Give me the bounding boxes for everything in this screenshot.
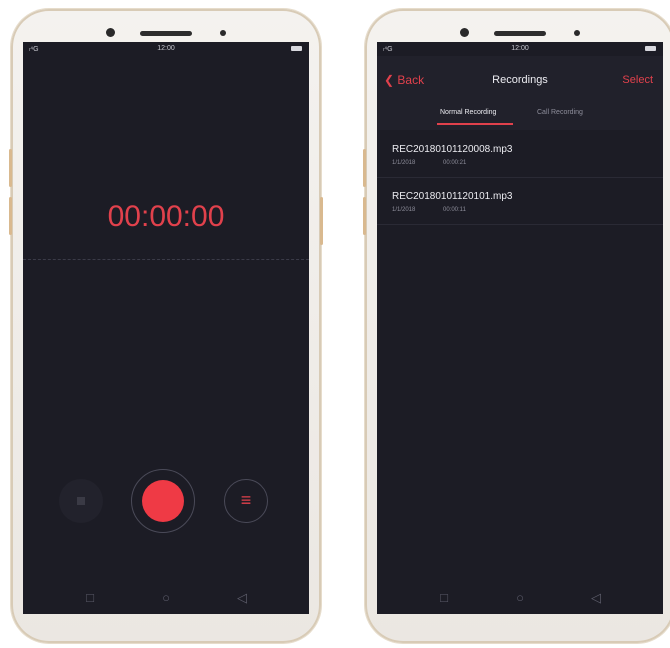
home-icon[interactable]: ○ (156, 590, 176, 605)
battery-icon (645, 46, 656, 51)
stop-icon (77, 497, 85, 505)
select-button[interactable]: Select (622, 74, 653, 86)
list-item[interactable]: REC20180101120008.mp3 1/1/2018 00:00:21 (377, 144, 663, 190)
volume-button (9, 149, 12, 187)
home-icon[interactable]: ○ (510, 590, 530, 605)
phone-recorder: ₗ⁴G 12:00 00:00:00 ≡ □ ○ ◁ (9, 9, 323, 643)
phone-recordings: ₗ⁴G 12:00 ❮ Back Recordings Select Norma… (363, 9, 670, 643)
back-nav-icon[interactable]: ◁ (232, 590, 252, 606)
sensor (574, 30, 580, 36)
list-item[interactable]: REC20180101120101.mp3 1/1/2018 00:00:11 (377, 191, 663, 237)
screen-recorder: ₗ⁴G 12:00 00:00:00 ≡ □ ○ ◁ (23, 42, 309, 614)
screen-recordings: ₗ⁴G 12:00 ❮ Back Recordings Select Norma… (377, 42, 663, 614)
recording-name: REC20180101120008.mp3 (392, 144, 513, 155)
sensor (220, 30, 226, 36)
tab-normal-recording[interactable]: Normal Recording (440, 109, 496, 116)
tab-call-recording[interactable]: Call Recording (537, 109, 583, 116)
stop-button[interactable] (59, 479, 103, 523)
recordings-list-button[interactable]: ≡ (224, 479, 268, 523)
waveform-baseline (23, 259, 309, 260)
recordings-header: ❮ Back Recordings Select Normal Recordin… (377, 56, 663, 130)
status-bar: ₗ⁴G 12:00 (23, 42, 309, 56)
back-nav-icon[interactable]: ◁ (586, 590, 606, 606)
status-time: 12:00 (511, 45, 529, 52)
battery-icon (291, 46, 302, 51)
earpiece-speaker (494, 31, 546, 36)
recording-duration: 00:00:11 (443, 207, 466, 213)
page-title: Recordings (492, 74, 548, 86)
recent-apps-icon[interactable]: □ (434, 590, 454, 605)
volume-button (363, 197, 366, 235)
status-time: 12:00 (157, 45, 175, 52)
recording-date: 1/1/2018 (392, 207, 416, 213)
recent-apps-icon[interactable]: □ (80, 590, 100, 605)
earpiece-speaker (140, 31, 192, 36)
front-camera (106, 28, 115, 37)
front-camera (460, 28, 469, 37)
record-button[interactable] (131, 469, 195, 533)
nav-bar: □ ○ ◁ (23, 584, 309, 614)
power-button (320, 197, 323, 245)
recording-name: REC20180101120101.mp3 (392, 191, 513, 202)
volume-button (9, 197, 12, 235)
list-icon: ≡ (240, 490, 252, 510)
volume-button (363, 149, 366, 187)
recording-timer: 00:00:00 (107, 200, 225, 233)
recording-duration: 00:00:21 (443, 160, 467, 166)
recording-date: 1/1/2018 (392, 160, 416, 166)
divider (377, 224, 663, 225)
nav-bar: □ ○ ◁ (377, 584, 663, 614)
active-tab-indicator (437, 123, 513, 125)
status-bar: ₗ⁴G 12:00 (377, 42, 663, 56)
divider (377, 177, 663, 178)
record-icon (142, 480, 184, 522)
